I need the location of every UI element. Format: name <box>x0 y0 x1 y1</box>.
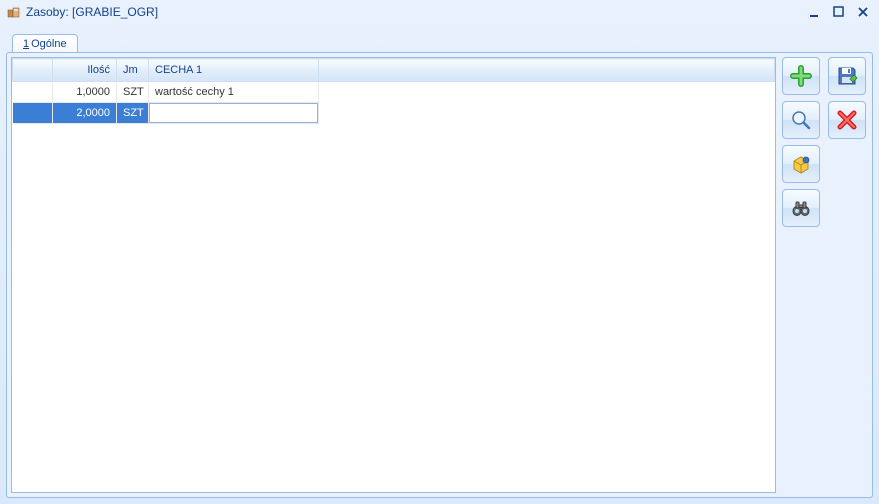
cancel-icon <box>836 109 858 131</box>
tab-general-label: Ogólne <box>31 38 66 50</box>
cell-index <box>13 82 53 103</box>
floppy-save-icon <box>836 65 858 87</box>
table-row[interactable]: 1,0000 SZT wartość cechy 1 <box>13 82 775 103</box>
find-button[interactable] <box>782 189 820 227</box>
cell-ilosc[interactable]: 2,0000 <box>53 103 117 124</box>
plus-icon <box>790 65 812 87</box>
magnifier-icon <box>790 109 812 131</box>
cell-jm[interactable]: SZT <box>117 82 149 103</box>
grid[interactable]: Ilość Jm CECHA 1 1,0000 SZT wa <box>11 57 776 493</box>
package-button[interactable] <box>782 145 820 183</box>
col-header-index[interactable] <box>13 59 53 82</box>
window-title: Zasoby: [GRABIE_OGR] <box>26 5 158 19</box>
col-header-cecha1[interactable]: CECHA 1 <box>149 59 319 82</box>
col-header-ilosc[interactable]: Ilość <box>53 59 117 82</box>
cell-ilosc[interactable]: 1,0000 <box>53 82 117 103</box>
panel-general: Ilość Jm CECHA 1 1,0000 SZT wa <box>6 52 873 498</box>
dialog-toolbar <box>828 57 868 493</box>
cell-index <box>13 103 53 124</box>
window-root: Zasoby: [GRABIE_OGR] 1Ogólne <box>0 0 879 504</box>
app-icon <box>6 4 22 20</box>
content-area: 1Ogólne <box>6 28 873 498</box>
add-button[interactable] <box>782 57 820 95</box>
titlebar: Zasoby: [GRABIE_OGR] <box>0 0 879 24</box>
table-row[interactable]: 2,0000 SZT <box>13 103 775 124</box>
minimize-button[interactable] <box>805 4 825 20</box>
close-button[interactable] <box>853 4 873 20</box>
maximize-button[interactable] <box>829 4 849 20</box>
binoculars-icon <box>790 197 812 219</box>
tab-strip: 1Ogólne <box>6 28 873 52</box>
cell-cecha1[interactable]: wartość cechy 1 <box>149 82 319 103</box>
col-header-spacer <box>319 59 775 82</box>
tab-general[interactable]: 1Ogólne <box>12 34 78 53</box>
cancel-button[interactable] <box>828 101 866 139</box>
tab-general-accel: 1 <box>23 38 29 50</box>
zoom-button[interactable] <box>782 101 820 139</box>
grid-toolbar <box>782 57 822 493</box>
cell-jm[interactable]: SZT <box>117 103 149 124</box>
package-icon <box>790 153 812 175</box>
col-header-jm[interactable]: Jm <box>117 59 149 82</box>
save-button[interactable] <box>828 57 866 95</box>
cell-cecha1-editing[interactable] <box>149 103 319 124</box>
grid-header-row: Ilość Jm CECHA 1 <box>13 59 775 82</box>
